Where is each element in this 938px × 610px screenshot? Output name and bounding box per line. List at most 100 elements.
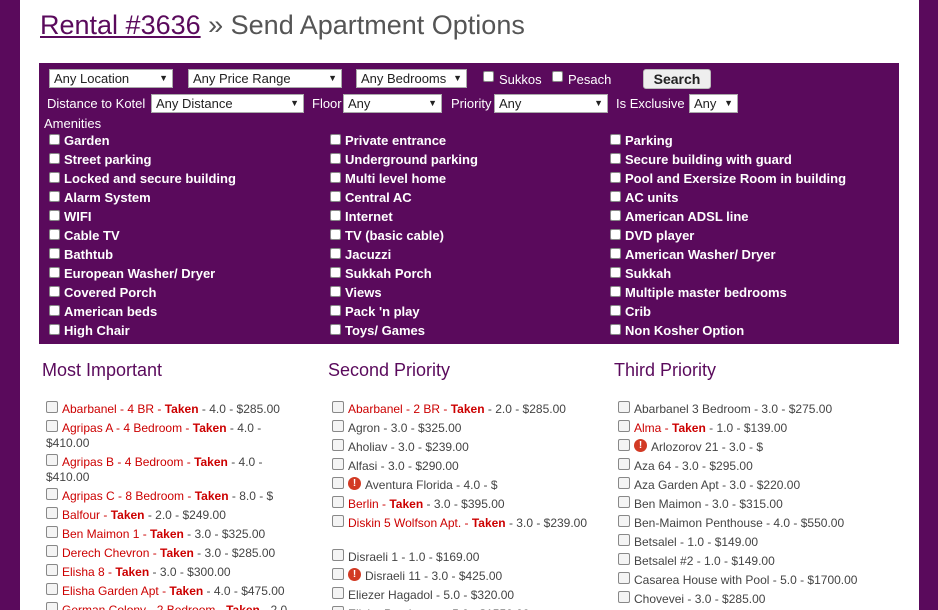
apartment-option[interactable]: Eliezer Hagadol - 5.0 - $320.00 xyxy=(332,586,602,605)
apartment-option[interactable]: Alfasi - 3.0 - $290.00 xyxy=(332,457,602,476)
apartment-option[interactable]: Ben-Maimon Penthouse - 4.0 - $550.00 xyxy=(618,514,888,533)
apartment-checkbox[interactable] xyxy=(332,496,344,508)
apartment-option[interactable]: ! Aventura Florida - 4.0 - $ xyxy=(332,476,602,495)
amenity-checkbox[interactable] xyxy=(610,248,621,259)
apartment-checkbox[interactable] xyxy=(332,568,344,580)
amenity-checkbox[interactable] xyxy=(49,229,60,240)
apartment-option[interactable]: Elisha Penthouse - 5.0 - $1550.00 xyxy=(332,605,602,610)
amenity-checkbox[interactable] xyxy=(610,229,621,240)
amenity-checkbox[interactable] xyxy=(330,134,341,145)
amenity-checkbox[interactable] xyxy=(610,267,621,278)
apartment-checkbox[interactable] xyxy=(46,488,58,500)
apartment-checkbox[interactable] xyxy=(332,549,344,561)
amenity-checkbox[interactable] xyxy=(610,134,621,145)
apartment-checkbox[interactable] xyxy=(618,553,630,565)
apartment-option[interactable]: Casarea House with Pool - 5.0 - $1700.00 xyxy=(618,571,888,590)
amenity-checkbox[interactable] xyxy=(49,267,60,278)
price-select[interactable]: Any Price Range ▼ xyxy=(188,69,342,88)
amenity-checkbox[interactable] xyxy=(330,286,341,297)
amenity-checkbox[interactable] xyxy=(610,324,621,335)
apartment-option[interactable]: Diskin 5 Wolfson Apt. - Taken - 3.0 - $2… xyxy=(332,514,602,548)
apartment-option[interactable]: Balfour - Taken - 2.0 - $249.00 xyxy=(46,506,316,525)
amenity-checkbox[interactable] xyxy=(610,153,621,164)
apartment-option[interactable]: Agripas A - 4 Bedroom - Taken - 4.0 - $4… xyxy=(46,419,316,453)
amenity-checkbox[interactable] xyxy=(49,191,60,202)
apartment-checkbox[interactable] xyxy=(332,606,344,610)
apartment-checkbox[interactable] xyxy=(618,477,630,489)
amenity-checkbox[interactable] xyxy=(330,229,341,240)
apartment-checkbox[interactable] xyxy=(46,564,58,576)
amenity-checkbox[interactable] xyxy=(610,191,621,202)
apartment-checkbox[interactable] xyxy=(618,420,630,432)
apartment-option[interactable]: German Colony - 2 Bedroom - Taken - 2.0 … xyxy=(46,601,316,610)
amenity-checkbox[interactable] xyxy=(610,286,621,297)
amenity-checkbox[interactable] xyxy=(330,305,341,316)
amenity-checkbox[interactable] xyxy=(330,267,341,278)
amenity-checkbox[interactable] xyxy=(49,210,60,221)
apartment-checkbox[interactable] xyxy=(46,526,58,538)
apartment-option[interactable]: Abarbanel 3 Bedroom - 3.0 - $275.00 xyxy=(618,400,888,419)
amenity-checkbox[interactable] xyxy=(330,172,341,183)
amenity-checkbox[interactable] xyxy=(330,153,341,164)
apartment-option[interactable]: Derech Chevron - Taken - 3.0 - $285.00 xyxy=(46,544,316,563)
apartment-checkbox[interactable] xyxy=(618,439,630,451)
apartment-option[interactable]: ! Disraeli 11 - 3.0 - $425.00 xyxy=(332,567,602,586)
apartment-checkbox[interactable] xyxy=(46,583,58,595)
apartment-option[interactable]: Betsalel #2 - 1.0 - $149.00 xyxy=(618,552,888,571)
bedrooms-select[interactable]: Any Bedrooms ▼ xyxy=(356,69,467,88)
amenity-checkbox[interactable] xyxy=(49,286,60,297)
apartment-option[interactable]: Berlin - Taken - 3.0 - $395.00 xyxy=(332,495,602,514)
amenity-checkbox[interactable] xyxy=(49,248,60,259)
apartment-checkbox[interactable] xyxy=(46,545,58,557)
apartment-checkbox[interactable] xyxy=(618,515,630,527)
apartment-option[interactable]: Aza Garden Apt - 3.0 - $220.00 xyxy=(618,476,888,495)
apartment-checkbox[interactable] xyxy=(332,439,344,451)
apartment-checkbox[interactable] xyxy=(618,572,630,584)
amenity-checkbox[interactable] xyxy=(610,172,621,183)
priority-select[interactable]: Any ▼ xyxy=(494,94,608,113)
amenity-checkbox[interactable] xyxy=(330,191,341,202)
apartment-option[interactable]: Elisha 8 - Taken - 3.0 - $300.00 xyxy=(46,563,316,582)
apartment-option[interactable]: Agripas B - 4 Bedroom - Taken - 4.0 - $4… xyxy=(46,453,316,487)
amenity-checkbox[interactable] xyxy=(330,324,341,335)
apartment-checkbox[interactable] xyxy=(332,458,344,470)
apartment-checkbox[interactable] xyxy=(332,477,344,489)
apartment-option[interactable]: Abarbanel - 2 BR - Taken - 2.0 - $285.00 xyxy=(332,400,602,419)
sukkos-checkbox[interactable] xyxy=(483,71,494,82)
amenity-checkbox[interactable] xyxy=(610,210,621,221)
apartment-checkbox[interactable] xyxy=(46,401,58,413)
floor-select[interactable]: Any ▼ xyxy=(343,94,442,113)
search-button[interactable]: Search xyxy=(643,69,711,89)
apartment-checkbox[interactable] xyxy=(332,401,344,413)
apartment-option[interactable]: Agron - 3.0 - $325.00 xyxy=(332,419,602,438)
amenity-checkbox[interactable] xyxy=(49,172,60,183)
distance-select[interactable]: Any Distance ▼ xyxy=(151,94,304,113)
amenity-checkbox[interactable] xyxy=(49,305,60,316)
amenity-checkbox[interactable] xyxy=(330,248,341,259)
amenity-checkbox[interactable] xyxy=(49,153,60,164)
apartment-option[interactable]: Elisha Garden Apt - Taken - 4.0 - $475.0… xyxy=(46,582,316,601)
apartment-option[interactable]: Abarbanel - 4 BR - Taken - 4.0 - $285.00 xyxy=(46,400,316,419)
amenity-checkbox[interactable] xyxy=(330,210,341,221)
apartment-option[interactable]: Ben Maimon 1 - Taken - 3.0 - $325.00 xyxy=(46,525,316,544)
apartment-checkbox[interactable] xyxy=(618,534,630,546)
apartment-option[interactable]: ! Arlozorov 21 - 3.0 - $ xyxy=(618,438,888,457)
amenity-checkbox[interactable] xyxy=(49,134,60,145)
apartment-option[interactable]: Ben Maimon - 3.0 - $315.00 xyxy=(618,495,888,514)
apartment-checkbox[interactable] xyxy=(618,401,630,413)
apartment-option[interactable]: Disraeli 1 - 1.0 - $169.00 xyxy=(332,548,602,567)
pesach-checkbox[interactable] xyxy=(552,71,563,82)
apartment-option[interactable]: Alma - Taken - 1.0 - $139.00 xyxy=(618,419,888,438)
apartment-option[interactable]: Aholiav - 3.0 - $239.00 xyxy=(332,438,602,457)
apartment-checkbox[interactable] xyxy=(46,507,58,519)
apartment-option[interactable]: Chovevei - 3.0 - $285.00 xyxy=(618,590,888,609)
apartment-option[interactable]: Agripas C - 8 Bedroom - Taken - 8.0 - $ xyxy=(46,487,316,506)
apartment-checkbox[interactable] xyxy=(618,458,630,470)
apartment-option[interactable]: Aza 64 - 3.0 - $295.00 xyxy=(618,457,888,476)
apartment-checkbox[interactable] xyxy=(618,496,630,508)
exclusive-select[interactable]: Any ▼ xyxy=(689,94,738,113)
apartment-checkbox[interactable] xyxy=(332,420,344,432)
apartment-checkbox[interactable] xyxy=(332,587,344,599)
apartment-checkbox[interactable] xyxy=(618,591,630,603)
amenity-checkbox[interactable] xyxy=(610,305,621,316)
